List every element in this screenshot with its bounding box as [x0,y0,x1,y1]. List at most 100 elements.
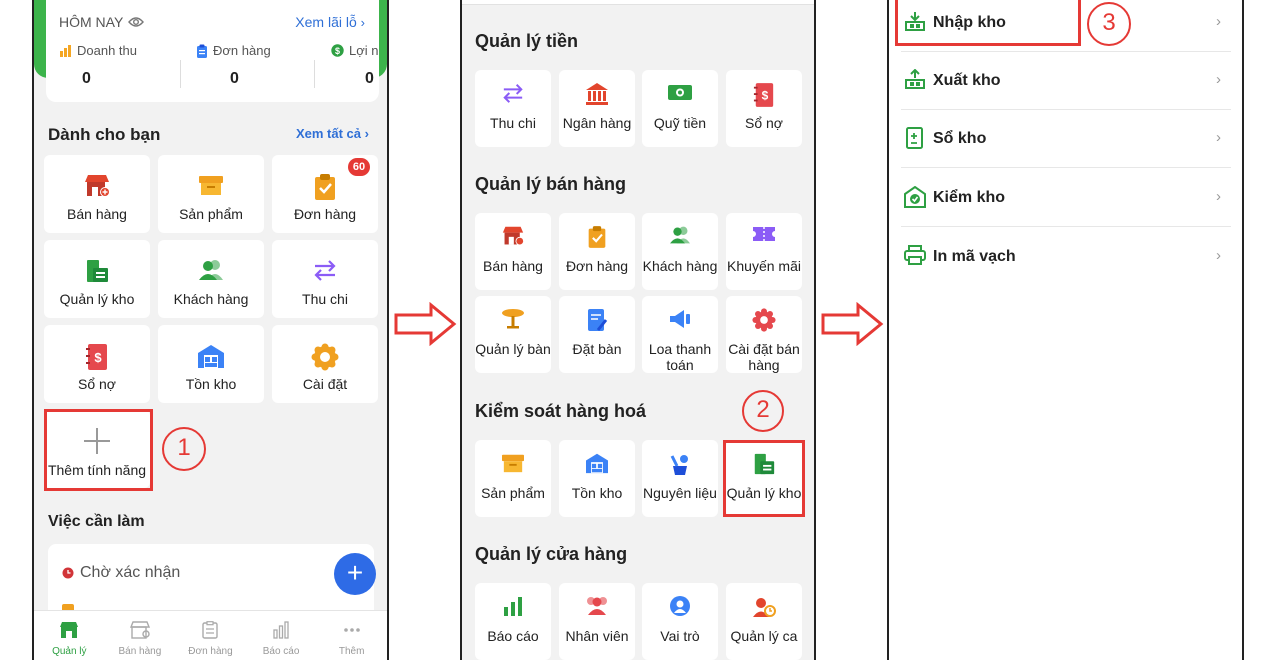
stat-profit: $ Lợi n 0 [331,43,387,88]
tile-label: Khuyến mãi [727,258,801,274]
arrow-right-icon [821,302,884,346]
tile-so-no[interactable]: $ Sổ nợ [726,70,802,147]
tile-label: Thu chi [490,115,536,131]
staff-icon [587,597,607,615]
nav-bao-cao[interactable]: Báo cáo [246,611,317,660]
menu-row-kiem-kho[interactable]: Kiểm kho › [901,169,1231,227]
eye-icon[interactable] [128,16,145,28]
dollar-coin-icon: $ [331,44,344,57]
pending-confirm-label: Chờ xác nhận [80,564,181,581]
printer-icon [904,245,926,265]
tile-thu-chi[interactable]: Thu chi [475,70,551,147]
nav-ban-hang[interactable]: Bán hàng [105,611,176,660]
speaker-icon [670,310,690,328]
menu-label: Xuất kho [933,72,1001,89]
product-box-icon [199,176,223,195]
see-all-label: Xem tất cả [295,126,362,141]
tile-label: Tồn kho [571,485,623,501]
tile-label: Sổ nợ [745,115,783,131]
menu-row-so-kho[interactable]: Sổ kho › [901,110,1231,168]
add-fab-button[interactable]: + [334,553,376,595]
tile-nguyen-lieu[interactable]: Nguyên liệu [642,440,718,517]
view-profit-link[interactable]: Xem lãi lỗ › [295,14,365,30]
tile-san-pham[interactable]: Sản phẩm [475,440,551,517]
tile-label: Nhân viên [565,628,629,644]
settings-flower-icon [752,308,776,332]
see-all-link[interactable]: Xem tất cả › [296,126,369,141]
step-number-3: 3 [1087,2,1131,46]
tile-quy-tien[interactable]: Quỹ tiền [642,70,718,147]
bottom-nav: Quản lý Bán hàng Đơn hàng Báo cáo Thêm [34,610,387,660]
phone-home-screen: HÔM NAY Xem lãi lỗ › Doanh thu 0 Đơn hàn… [32,0,389,660]
table-icon [502,309,524,329]
tile-label: Cài đặt [302,376,348,392]
stock-check-icon [904,186,926,208]
tile-label: Đặt bàn [572,341,622,357]
tile-cai-dat-ban-hang[interactable]: Cài đặt bán hàng [726,296,802,373]
order-count-badge: 60 [348,158,370,176]
tile-ton-kho[interactable]: Tồn kho [158,325,264,403]
top-strip [462,0,814,5]
tile-ban-hang[interactable]: Bán hàng [44,155,150,233]
svg-text:$: $ [335,46,340,56]
svg-text:$: $ [762,89,769,103]
tile-quan-ly-ca[interactable]: Quản lý ca [726,583,802,660]
nav-label: Đơn hàng [188,646,233,657]
menu-row-xuat-kho[interactable]: Xuất kho › [901,52,1231,110]
report-chart-icon [504,597,522,616]
tile-loa-thanh-toan[interactable]: Loa thanh toán [642,296,718,373]
tile-khach-hang[interactable]: Khách hàng [158,240,264,318]
role-badge-icon [670,596,690,616]
tile-don-hang[interactable]: 60 Đơn hàng [272,155,378,233]
highlight-box-step3 [895,0,1081,46]
tile-label: Loa thanh toán [648,341,712,373]
tile-khuyen-mai[interactable]: Khuyến mãi [726,213,802,290]
tile-ban-hang[interactable]: Bán hàng [475,213,551,290]
tile-cai-dat[interactable]: Cài đặt [272,325,378,403]
today-card: HÔM NAY Xem lãi lỗ › Doanh thu 0 Đơn hàn… [46,0,379,102]
tile-quan-ly-kho[interactable]: Quản lý kho [44,240,150,318]
tile-san-pham[interactable]: Sản phẩm [158,155,264,233]
menu-row-in-ma-vach[interactable]: In mã vạch › [901,228,1231,286]
cash-icon [668,85,692,100]
tile-label: Quản lý ca [730,628,798,644]
tile-khach-hang[interactable]: Khách hàng [642,213,718,290]
stat-divider [314,60,315,88]
nav-them[interactable]: Thêm [316,611,387,660]
highlight-box-step1 [44,409,153,491]
stat-orders-label: Đơn hàng [213,43,271,58]
nav-quan-ly[interactable]: Quản lý [34,611,105,660]
tile-ngan-hang[interactable]: Ngân hàng [559,70,635,147]
tile-quan-ly-ban[interactable]: Quản lý bàn [475,296,551,373]
debt-book-icon: $ [753,83,774,107]
inventory-icon [586,453,608,474]
nav-label: Thêm [338,646,365,657]
clock-icon [62,567,74,579]
tile-label: Báo cáo [487,628,539,644]
tile-label: Sổ nợ [78,376,116,392]
tile-so-no[interactable]: $ Sổ nợ [44,325,150,403]
tile-nhan-vien[interactable]: Nhân viên [559,583,635,660]
chevron-right-icon: › [1216,71,1221,88]
tile-thu-chi[interactable]: Thu chi [272,240,378,318]
step-number-1: 1 [162,427,206,471]
stat-revenue-label: Doanh thu [77,43,137,58]
tile-vai-tro[interactable]: Vai trò [642,583,718,660]
highlight-box-step2 [723,440,805,517]
tile-bao-cao[interactable]: Báo cáo [475,583,551,660]
transfer-arrows-icon [314,260,336,281]
ingredients-icon [670,455,688,475]
tile-dat-ban[interactable]: Đặt bàn [559,296,635,373]
booking-icon [588,309,608,331]
tile-don-hang[interactable]: Đơn hàng [559,213,635,290]
menu-label: In mã vạch [933,248,1016,265]
tile-label: Nguyên liệu [643,485,717,501]
tile-label: Cài đặt bán hàng [728,341,800,373]
settings-gear-icon [311,343,339,371]
tile-label: Bán hàng [483,258,543,274]
transfer-arrows-icon [503,84,523,103]
pending-confirm-row[interactable]: Chờ xác nhận [62,564,180,582]
tile-ton-kho[interactable]: Tồn kho [559,440,635,517]
tile-label: Sản phẩm [179,206,243,222]
nav-don-hang[interactable]: Đơn hàng [175,611,246,660]
